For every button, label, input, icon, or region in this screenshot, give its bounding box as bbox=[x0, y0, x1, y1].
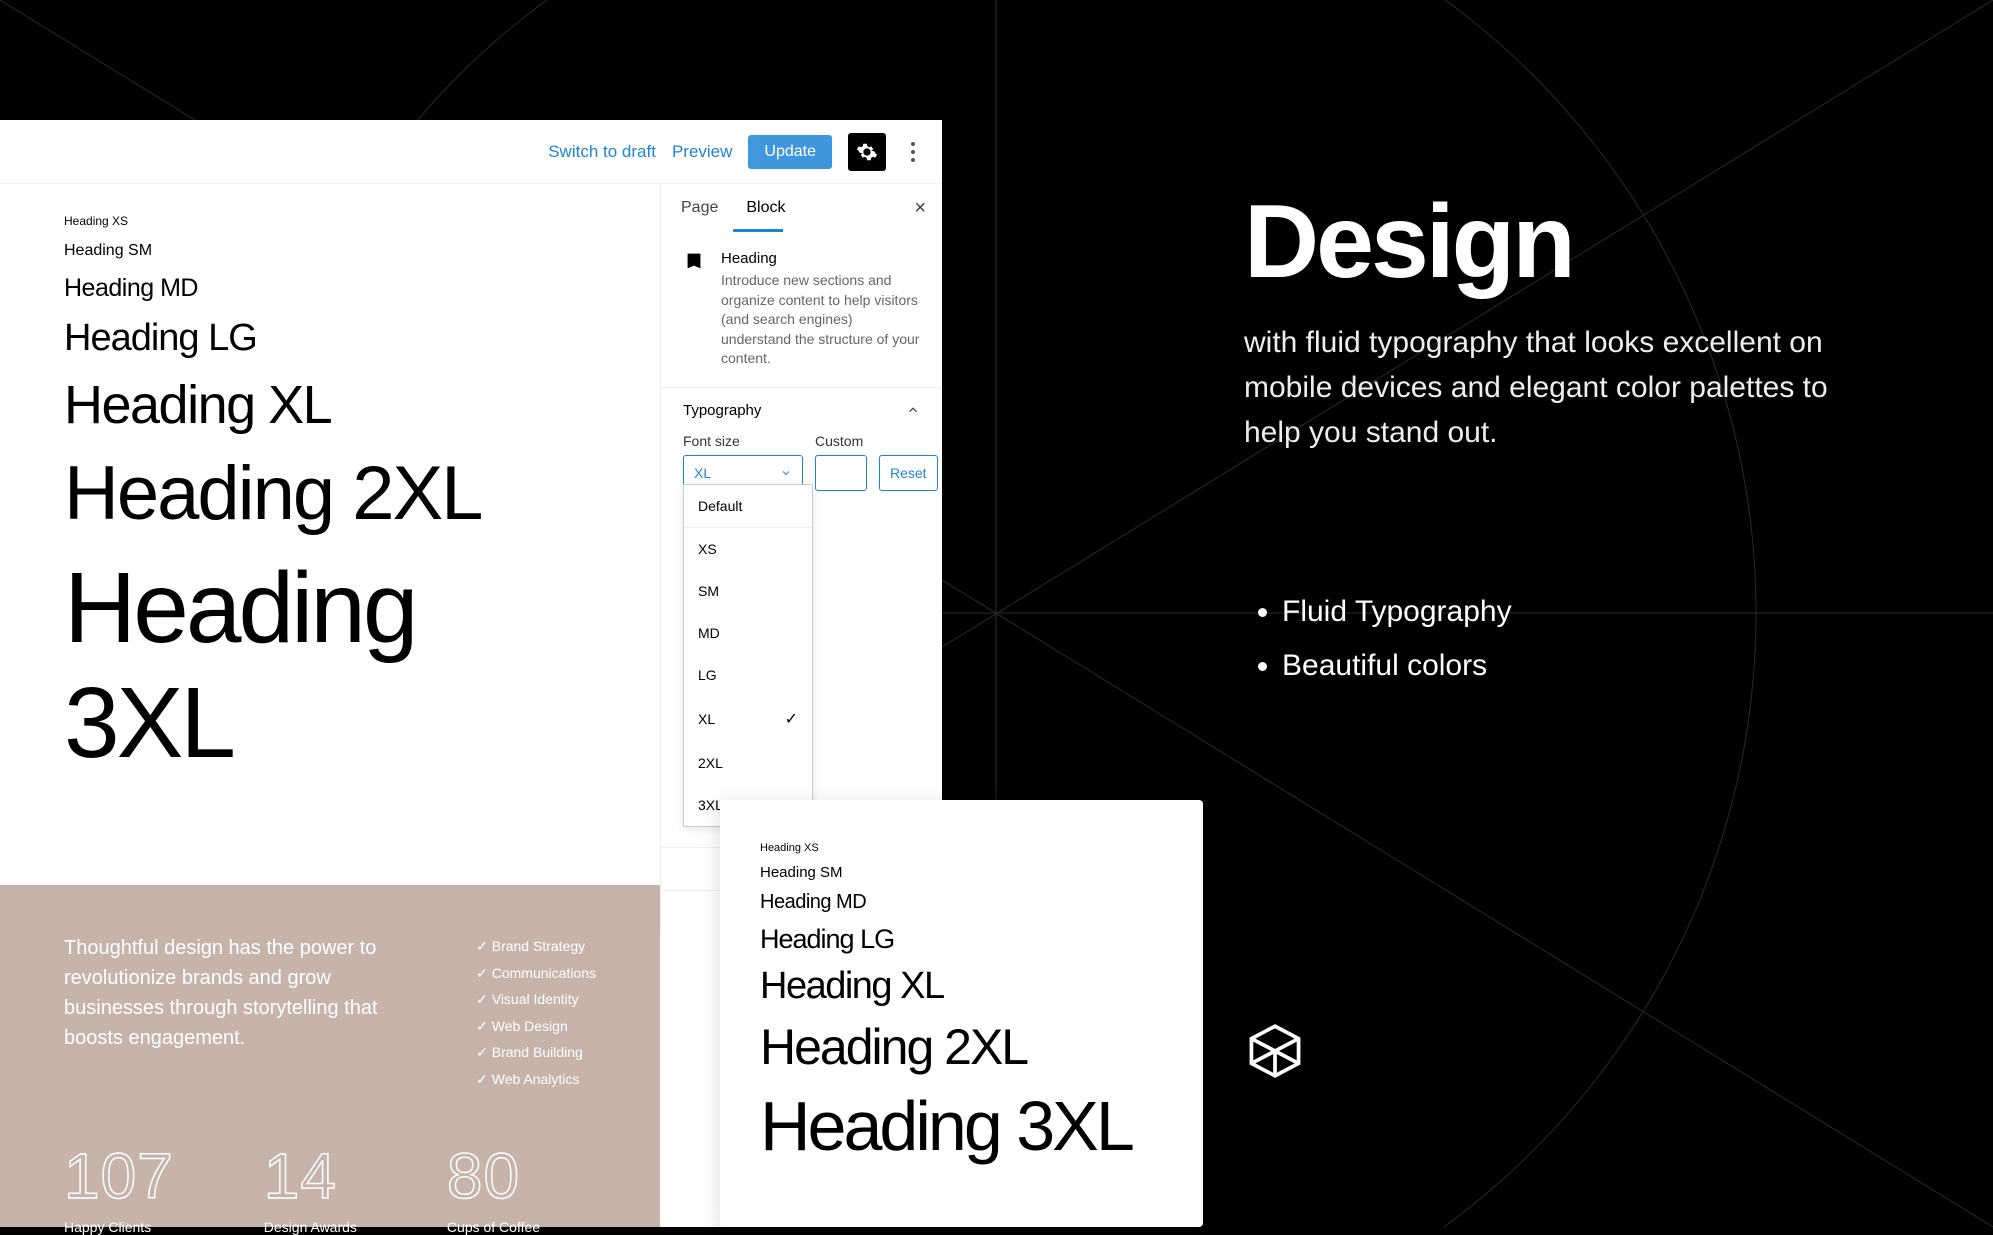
marketing-content: Design with fluid typography that looks … bbox=[1244, 190, 1884, 693]
service-item: ✓ Visual Identity bbox=[476, 986, 596, 1013]
heading-3xl[interactable]: Heading 3XL bbox=[64, 551, 596, 781]
editor-canvas: Heading XS Heading SM Heading MD Heading… bbox=[0, 184, 660, 884]
preview-heading-2xl: Heading 2XL bbox=[760, 1018, 1163, 1076]
stat-number: 14 bbox=[264, 1139, 357, 1213]
service-item: ✓ Brand Building bbox=[476, 1039, 596, 1066]
marketing-bullets: Fluid Typography Beautiful colors bbox=[1244, 585, 1884, 693]
switch-to-draft-button[interactable]: Switch to draft bbox=[548, 142, 656, 162]
service-item: ✓ Brand Strategy bbox=[476, 933, 596, 960]
close-sidebar-button[interactable]: × bbox=[914, 197, 926, 220]
stat: 14 Design Awards bbox=[264, 1139, 357, 1235]
heading-block-icon bbox=[683, 250, 705, 272]
service-item: ✓ Communications bbox=[476, 960, 596, 987]
preview-heading-xl: Heading XL bbox=[760, 965, 1163, 1008]
dropdown-option-xl[interactable]: XL ✓ bbox=[684, 696, 812, 742]
dropdown-option-label: XL bbox=[698, 711, 715, 727]
custom-label: Custom bbox=[815, 433, 867, 449]
marketing-title: Design bbox=[1244, 190, 1884, 294]
preview-heading-lg: Heading LG bbox=[760, 924, 1163, 955]
bullet-item: Beautiful colors bbox=[1282, 639, 1884, 693]
gear-icon bbox=[856, 141, 878, 163]
stat-number: 107 bbox=[64, 1139, 174, 1213]
heading-xl[interactable]: Heading XL bbox=[64, 374, 596, 436]
settings-gear-button[interactable] bbox=[848, 133, 886, 171]
heading-xs[interactable]: Heading XS bbox=[64, 214, 596, 228]
chevron-up-icon bbox=[906, 403, 920, 417]
preview-heading-xs: Heading XS bbox=[760, 842, 1163, 854]
font-size-label: Font size bbox=[683, 433, 803, 449]
marketing-paragraph: with fluid typography that looks excelle… bbox=[1244, 320, 1884, 455]
dropdown-option-sm[interactable]: SM bbox=[684, 570, 812, 612]
mobile-preview-card: Heading XS Heading SM Heading MD Heading… bbox=[720, 800, 1203, 1227]
tab-block[interactable]: Block bbox=[746, 199, 785, 217]
typography-label: Typography bbox=[683, 402, 761, 419]
chevron-down-icon bbox=[780, 467, 792, 479]
service-item: ✓ Web Analytics bbox=[476, 1066, 596, 1093]
block-info: Heading Introduce new sections and organ… bbox=[661, 232, 942, 387]
stat-number: 80 bbox=[447, 1139, 540, 1213]
preview-button[interactable]: Preview bbox=[672, 142, 732, 162]
footer-services-list: ✓ Brand Strategy ✓ Communications ✓ Visu… bbox=[476, 933, 596, 1093]
service-item: ✓ Web Design bbox=[476, 1013, 596, 1040]
check-icon: ✓ bbox=[785, 709, 798, 729]
reset-button[interactable]: Reset bbox=[879, 455, 938, 491]
block-description: Introduce new sections and organize cont… bbox=[721, 271, 920, 369]
dropdown-option-xs[interactable]: XS bbox=[684, 528, 812, 570]
footer-stats: 107 Happy Clients 14 Design Awards 80 Cu… bbox=[64, 1139, 596, 1235]
footer-section: Thoughtful design has the power to revol… bbox=[0, 885, 660, 1227]
preview-heading-sm: Heading SM bbox=[760, 864, 1163, 881]
editor-toolbar: Switch to draft Preview Update bbox=[0, 120, 942, 184]
dropdown-option-lg[interactable]: LG bbox=[684, 654, 812, 696]
stat: 80 Cups of Coffee bbox=[447, 1139, 540, 1235]
heading-md[interactable]: Heading MD bbox=[64, 274, 596, 303]
preview-heading-md: Heading MD bbox=[760, 891, 1163, 914]
dropdown-option-md[interactable]: MD bbox=[684, 612, 812, 654]
update-button[interactable]: Update bbox=[748, 135, 832, 169]
heading-sm[interactable]: Heading SM bbox=[64, 242, 596, 260]
block-title: Heading bbox=[721, 250, 920, 267]
footer-text: Thoughtful design has the power to revol… bbox=[64, 933, 416, 1093]
dropdown-option-default[interactable]: Default bbox=[684, 485, 812, 528]
typography-header[interactable]: Typography bbox=[661, 388, 942, 433]
stat: 107 Happy Clients bbox=[64, 1139, 174, 1235]
font-size-dropdown: Default XS SM MD LG XL✓ 2XL 3XL bbox=[683, 484, 813, 827]
tab-indicator bbox=[733, 229, 783, 232]
heading-2xl[interactable]: Heading 2XL bbox=[64, 450, 596, 537]
heading-lg[interactable]: Heading LG bbox=[64, 317, 596, 360]
custom-size-input[interactable] bbox=[815, 455, 867, 491]
bullet-item: Fluid Typography bbox=[1282, 585, 1884, 639]
dropdown-option-2xl[interactable]: 2XL bbox=[684, 742, 812, 784]
more-options-button[interactable] bbox=[902, 137, 924, 167]
preview-heading-3xl: Heading 3XL bbox=[760, 1086, 1163, 1166]
brand-logo-icon bbox=[1244, 1020, 1306, 1082]
tab-page[interactable]: Page bbox=[681, 199, 718, 217]
sidebar-tabs: Page Block × bbox=[661, 184, 942, 232]
font-size-value: XL bbox=[694, 465, 711, 481]
